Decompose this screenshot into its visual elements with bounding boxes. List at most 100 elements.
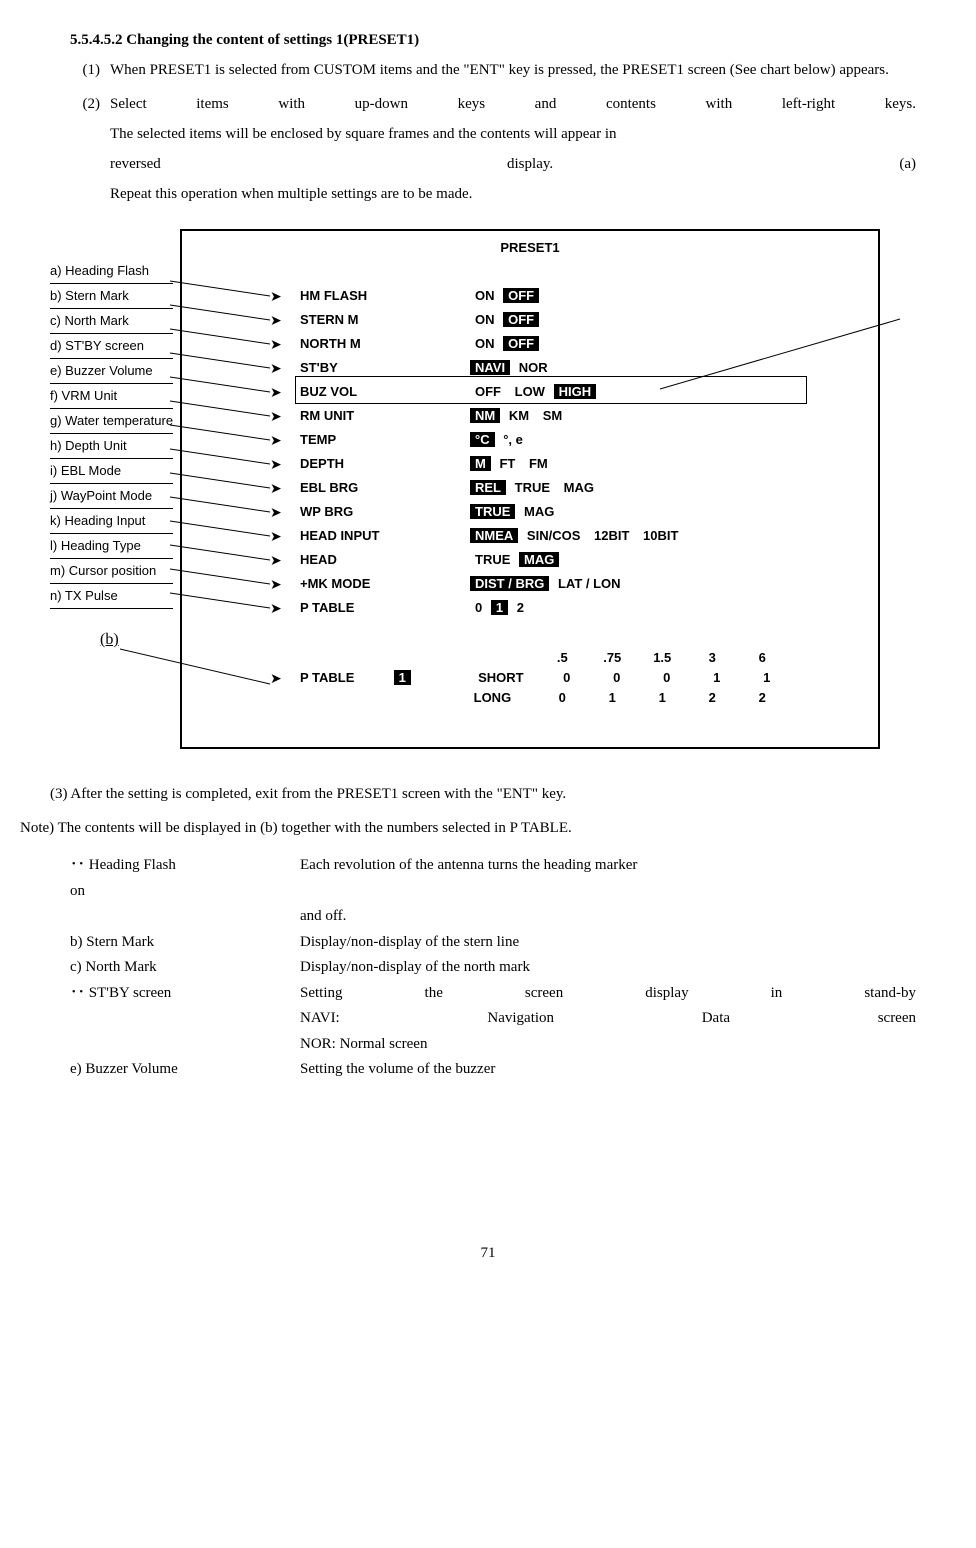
- desc-row: ･･ ST'BY screenSetting the screen displa…: [70, 981, 916, 1007]
- option: 12BIT: [589, 524, 634, 548]
- arrow-column: ➤➤➤➤➤➤➤➤➤➤➤➤➤➤: [270, 284, 282, 620]
- arrow-icon: ➤: [270, 332, 282, 356]
- setting-row: HEADTRUE MAG: [300, 548, 683, 572]
- ptable-cell: 0: [542, 669, 592, 687]
- label-item: f) VRM Unit: [50, 384, 173, 409]
- ptable-cell: .5: [537, 649, 587, 667]
- option-selected: OFF: [503, 336, 539, 351]
- ptable-header-row: .5.751.536: [537, 650, 787, 665]
- option: KM: [504, 404, 534, 428]
- note-text: Note) The contents will be displayed in …: [20, 813, 916, 843]
- option: TRUE: [470, 548, 515, 572]
- setting-name: TEMP: [300, 428, 470, 452]
- desc-value: Display/non-display of the north mark: [300, 955, 916, 981]
- desc-key: ･･ ST'BY screen: [70, 981, 300, 1007]
- ptable-cell: 2: [687, 689, 737, 707]
- para1-text: When PRESET1 is selected from CUSTOM ite…: [110, 55, 916, 85]
- label-item: j) WayPoint Mode: [50, 484, 173, 509]
- page-number: 71: [20, 1243, 956, 1264]
- option: FM: [524, 452, 553, 476]
- arrow-icon: ➤: [270, 500, 282, 524]
- setting-row: WP BRGTRUE MAG: [300, 500, 683, 524]
- label-item: k) Heading Input: [50, 509, 173, 534]
- desc-key: ･･ Heading Flash: [70, 853, 300, 879]
- option-selected: M: [470, 456, 491, 471]
- para2-text: Select items with up-down keys and conte…: [110, 89, 916, 209]
- option-selected: NAVI: [470, 360, 510, 375]
- desc-value: NOR: Normal screen: [300, 1032, 916, 1058]
- para2-line-b: The selected items will be enclosed by s…: [110, 119, 916, 149]
- ptable-row2: 01122: [537, 690, 787, 705]
- para2-line-f: Repeat this operation when multiple sett…: [110, 179, 916, 209]
- option: LAT / LON: [553, 572, 626, 596]
- setting-row: HEAD INPUTNMEA SIN/COS 12BIT 10BIT: [300, 524, 683, 548]
- label-item: l) Heading Type: [50, 534, 173, 559]
- option-selected: TRUE: [470, 504, 515, 519]
- option: ON: [470, 332, 500, 356]
- setting-row: P TABLE0 1 2: [300, 596, 683, 620]
- option: SM: [538, 404, 568, 428]
- leader-b: [115, 644, 285, 694]
- desc-row: b) Stern MarkDisplay/non-display of the …: [70, 930, 916, 956]
- desc-value: Each revolution of the antenna turns the…: [300, 853, 916, 879]
- ptable-cell: .75: [587, 649, 637, 667]
- label-item: b) Stern Mark: [50, 284, 173, 309]
- desc-value: and off.: [300, 904, 916, 930]
- arrow-icon: ➤: [270, 428, 282, 452]
- setting-name: NORTH M: [300, 332, 470, 356]
- desc-value: Setting the volume of the buzzer: [300, 1057, 916, 1083]
- label-item: g) Water temperature: [50, 409, 173, 434]
- ptable-block: .5.751.536 P TABLE 1 SHORT 00011 LONG 01…: [300, 649, 792, 709]
- option-selected: OFF: [503, 288, 539, 303]
- label-list: a) Heading Flashb) Stern Markc) North Ma…: [50, 259, 173, 609]
- setting-row: EBL BRGREL TRUE MAG: [300, 476, 683, 500]
- option-selected: MAG: [519, 552, 559, 567]
- ptable-cell: 2: [737, 689, 787, 707]
- ptable-name: P TABLE: [300, 669, 390, 687]
- ptable-cell: 1: [692, 669, 742, 687]
- arrow-icon: ➤: [270, 476, 282, 500]
- ptable-cell: 1.5: [637, 649, 687, 667]
- label-item: h) Depth Unit: [50, 434, 173, 459]
- arrow-icon: ➤: [270, 548, 282, 572]
- desc-key: b) Stern Mark: [70, 930, 300, 956]
- option-selected: 1: [491, 600, 508, 615]
- ptable-cell: 3: [687, 649, 737, 667]
- ptable-cell: 1: [742, 669, 792, 687]
- option-selected: NMEA: [470, 528, 518, 543]
- setting-row: DEPTHM FT FM: [300, 452, 683, 476]
- arrow-icon: ➤: [270, 356, 282, 380]
- option: 10BIT: [638, 524, 683, 548]
- ptable-row1-label: SHORT: [478, 669, 538, 687]
- para2-word-display: display.: [507, 149, 553, 179]
- setting-row: RM UNITNM KM SM: [300, 404, 683, 428]
- setting-name: HEAD: [300, 548, 470, 572]
- setting-name: HEAD INPUT: [300, 524, 470, 548]
- label-item: c) North Mark: [50, 309, 173, 334]
- label-item: a) Heading Flash: [50, 259, 173, 284]
- preset-title: PRESET1: [500, 239, 559, 257]
- setting-row: HM FLASHON OFF: [300, 284, 683, 308]
- desc-value: Display/non-display of the stern line: [300, 930, 916, 956]
- arrow-icon: ➤: [270, 669, 282, 689]
- desc-value: Setting the screen display in stand-by: [300, 981, 916, 1007]
- para2-num: (2): [60, 89, 110, 209]
- option: 0: [470, 596, 487, 620]
- para1-num: (1): [60, 55, 110, 85]
- option-selected: DIST / BRG: [470, 576, 549, 591]
- desc-row: on: [70, 879, 916, 905]
- ptable-cell: 6: [737, 649, 787, 667]
- option: ON: [470, 308, 500, 332]
- description-table: ･･ Heading FlashEach revolution of the a…: [70, 853, 916, 1083]
- label-item: i) EBL Mode: [50, 459, 173, 484]
- setting-name: +MK MODE: [300, 572, 470, 596]
- option: SIN/COS: [522, 524, 585, 548]
- label-item: e) Buzzer Volume: [50, 359, 173, 384]
- option-selected: °C: [470, 432, 495, 447]
- desc-key: [70, 1006, 300, 1032]
- ptable-cell: 1: [637, 689, 687, 707]
- ptable-row2-label: LONG: [474, 689, 534, 707]
- arrow-icon: ➤: [270, 452, 282, 476]
- setting-name: HM FLASH: [300, 284, 470, 308]
- desc-row: c) North MarkDisplay/non-display of the …: [70, 955, 916, 981]
